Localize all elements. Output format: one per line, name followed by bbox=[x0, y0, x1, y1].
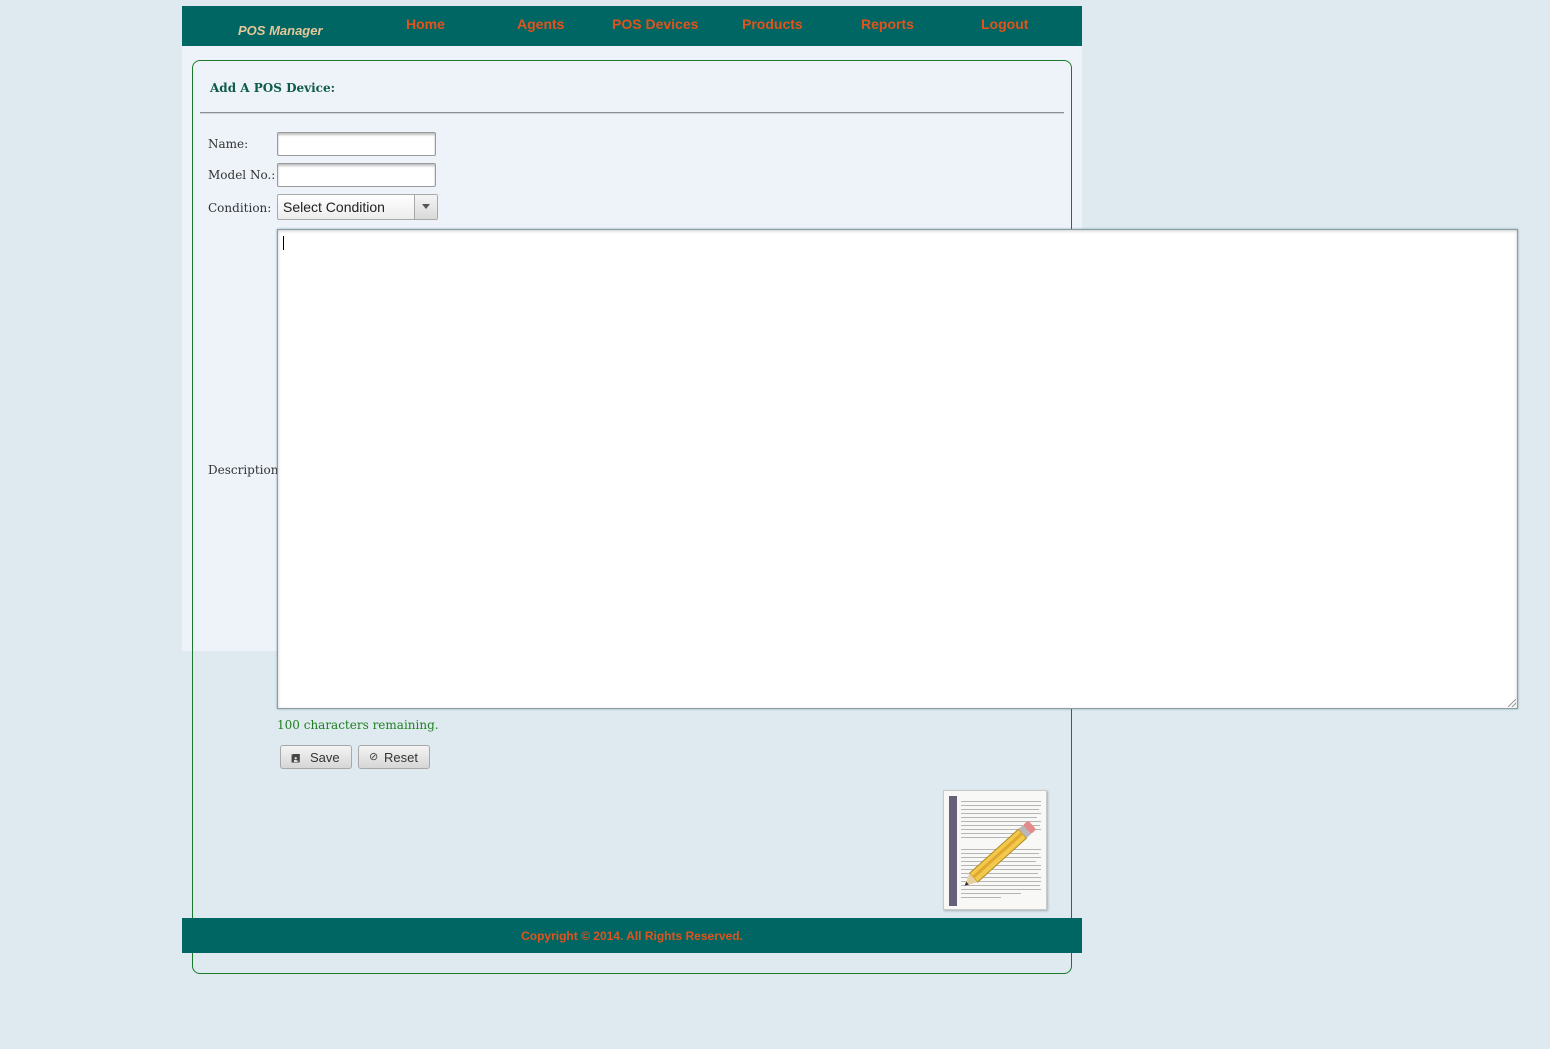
nav-logout-link[interactable]: Logout bbox=[981, 16, 1028, 32]
chevron-down-icon bbox=[422, 204, 430, 209]
condition-select[interactable]: Select Condition bbox=[277, 194, 438, 220]
heading-divider bbox=[200, 112, 1064, 114]
nav-home-link[interactable]: Home bbox=[406, 16, 445, 32]
condition-label: Condition: bbox=[208, 201, 272, 215]
characters-remaining: 100 characters remaining. bbox=[277, 718, 439, 732]
nav-agents-link[interactable]: Agents bbox=[517, 16, 564, 32]
reset-button-label: Reset bbox=[384, 750, 418, 765]
footer-bar: Copyright © 2014. All Rights Reserved. bbox=[182, 918, 1082, 953]
model-number-input[interactable] bbox=[277, 163, 436, 187]
copyright-text: Copyright © 2014. All Rights Reserved. bbox=[521, 929, 743, 943]
nav-reports-link[interactable]: Reports bbox=[861, 16, 914, 32]
resize-grip-icon[interactable] bbox=[1508, 699, 1516, 707]
name-input[interactable] bbox=[277, 132, 436, 156]
brand-logo-text: POS Manager bbox=[238, 23, 323, 38]
nav-products-link[interactable]: Products bbox=[742, 16, 803, 32]
model-number-label: Model No.: bbox=[208, 168, 276, 182]
form-heading: Add A POS Device: bbox=[210, 81, 336, 95]
description-label: Description: bbox=[208, 463, 283, 477]
cancel-circle-icon: ⊘ bbox=[369, 751, 379, 763]
floppy-disk-icon: 🖪 bbox=[291, 753, 301, 765]
condition-selected-value: Select Condition bbox=[283, 199, 385, 215]
nav-pos-devices-link[interactable]: POS Devices bbox=[612, 16, 698, 32]
name-label: Name: bbox=[208, 137, 249, 151]
description-textarea[interactable] bbox=[277, 229, 1518, 709]
save-button[interactable]: 🖪 Save bbox=[280, 745, 352, 769]
document-pencil-image bbox=[943, 790, 1047, 910]
dropdown-arrow[interactable] bbox=[414, 195, 437, 219]
save-button-label: Save bbox=[310, 750, 340, 765]
pencil-icon bbox=[964, 821, 1036, 886]
reset-button[interactable]: ⊘ Reset bbox=[358, 745, 430, 769]
top-navigation-bar: POS Manager Home Agents POS Devices Prod… bbox=[182, 6, 1082, 46]
text-cursor bbox=[283, 236, 284, 250]
